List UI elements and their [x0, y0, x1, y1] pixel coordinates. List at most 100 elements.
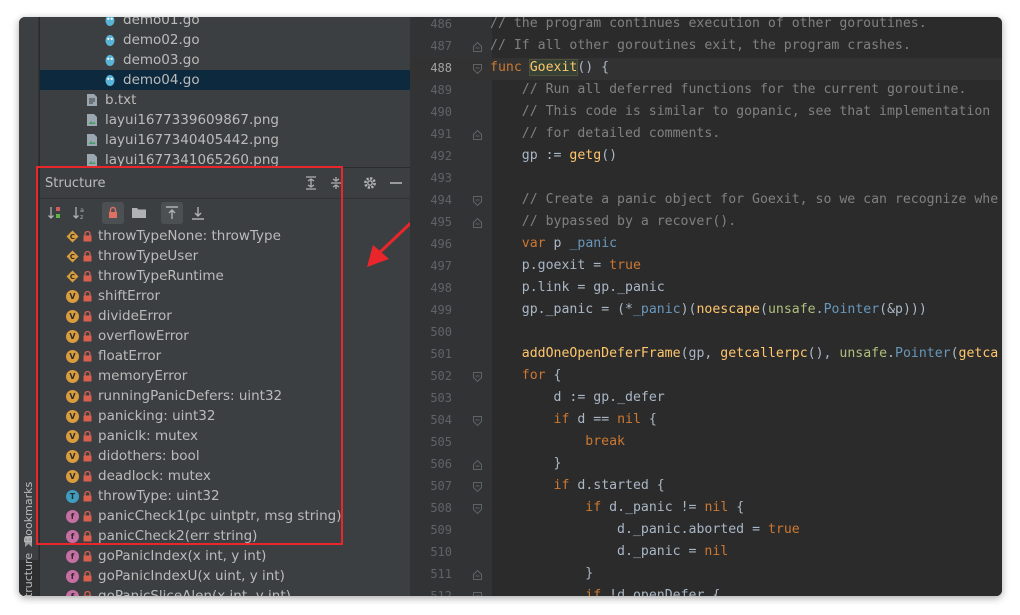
project-file-item[interactable]: layui1677339609867.png: [40, 110, 410, 130]
fold-marker-icon[interactable]: [473, 482, 482, 492]
code-line[interactable]: 498 p.link = gp._panic: [410, 278, 1002, 300]
fold-marker-icon[interactable]: [473, 504, 482, 514]
private-lock-icon: [83, 551, 92, 562]
code-line[interactable]: 492 gp := getg(): [410, 146, 1002, 168]
fold-marker-icon[interactable]: [473, 460, 482, 470]
structure-item-label: goPanicIndex(x int, y int): [98, 548, 267, 564]
project-file-item[interactable]: demo02.go: [40, 30, 410, 50]
line-number: 512: [430, 589, 452, 596]
function-icon: f: [66, 590, 79, 596]
code-text: func Goexit() {: [490, 59, 610, 76]
code-text: gp := getg(): [521, 148, 618, 163]
project-file-name: demo02.go: [123, 32, 200, 48]
code-line[interactable]: 488 func Goexit() {: [410, 58, 1002, 80]
code-line[interactable]: 490 // This code is similar to gopanic, …: [410, 102, 1002, 124]
code-text: // for detailed comments.: [521, 126, 721, 141]
code-line[interactable]: 497 p.goexit = true: [410, 256, 1002, 278]
project-file-item[interactable]: demo01.go: [40, 17, 410, 30]
structure-item-label: goPanicIndexU(x uint, y int): [98, 568, 285, 584]
code-line[interactable]: 508 if d._panic != nil {: [410, 498, 1002, 520]
fold-marker-icon[interactable]: [473, 64, 482, 74]
code-line[interactable]: 486 // the program continues execution of…: [410, 17, 1002, 36]
line-number: 487: [430, 39, 452, 53]
code-line[interactable]: 505 break: [410, 432, 1002, 454]
code-text: var p _panic: [521, 236, 618, 251]
fold-marker-icon[interactable]: [473, 592, 482, 596]
project-file-item[interactable]: layui1677340405442.png: [40, 130, 410, 150]
image-file-icon: [87, 154, 97, 166]
structure-item[interactable]: f goPanicIndex(x int, y int): [40, 547, 410, 567]
code-line[interactable]: 499 gp._panic = (*_panic)(noescape(unsaf…: [410, 300, 1002, 322]
code-text: gp._panic = (*_panic)(noescape(unsafe.Po…: [521, 302, 927, 317]
code-text: // This code is similar to gopanic, see …: [521, 104, 991, 119]
line-number: 497: [430, 259, 452, 273]
structure-item[interactable]: f goPanicIndexU(x uint, y int): [40, 567, 410, 587]
code-line[interactable]: 507 if d.started {: [410, 476, 1002, 498]
code-text: d := gp._defer: [553, 390, 665, 405]
code-text: // the program continues execution of ot…: [490, 17, 927, 31]
code-line[interactable]: 501 addOneOpenDeferFrame(gp, getcallerpc…: [410, 344, 1002, 366]
line-number: 510: [430, 545, 452, 559]
code-line[interactable]: 503 d := gp._defer: [410, 388, 1002, 410]
fold-marker-icon[interactable]: [473, 130, 482, 140]
project-file-item[interactable]: demo04.go: [40, 70, 410, 90]
fold-marker-icon[interactable]: [473, 570, 482, 580]
project-tree: demo01.go demo02.go demo03.go demo04.go b.tx…: [40, 17, 410, 167]
line-number: 494: [430, 193, 452, 207]
line-number: 490: [430, 105, 452, 119]
code-text: break: [585, 434, 625, 449]
code-line[interactable]: 506 }: [410, 454, 1002, 476]
code-text: if d._panic != nil {: [585, 500, 745, 515]
code-text: // If all other goroutines exit, the pro…: [490, 38, 911, 53]
code-line[interactable]: 512 if !d.openDefer {: [410, 586, 1002, 596]
fold-marker-icon[interactable]: [473, 218, 482, 228]
project-file-name: demo01.go: [123, 17, 200, 28]
gear-icon[interactable]: [362, 175, 378, 191]
project-file-name: demo04.go: [123, 72, 200, 88]
line-number: 489: [430, 83, 452, 97]
project-file-item[interactable]: demo03.go: [40, 50, 410, 70]
line-number: 501: [430, 347, 452, 361]
code-line[interactable]: 510 d._panic = nil: [410, 542, 1002, 564]
code-line[interactable]: 502 for {: [410, 366, 1002, 388]
code-text: // Run all deferred functions for the cu…: [521, 82, 967, 97]
fold-marker-icon[interactable]: [473, 42, 482, 52]
fold-marker-icon[interactable]: [473, 416, 482, 426]
highlight-box: [36, 166, 343, 545]
project-file-name: layui1677339609867.png: [105, 112, 279, 128]
line-number: 505: [430, 435, 452, 449]
fold-marker-icon[interactable]: [473, 196, 482, 206]
line-number: 507: [430, 479, 452, 493]
code-line[interactable]: 487 // If all other goroutines exit, the …: [410, 36, 1002, 58]
line-number: 495: [430, 215, 452, 229]
text-file-icon: [87, 94, 97, 106]
fold-marker-icon[interactable]: [473, 372, 482, 382]
code-text: d._panic.aborted = true: [617, 522, 800, 537]
code-line[interactable]: 504 if d == nil {: [410, 410, 1002, 432]
structure-item[interactable]: f goPanicSliceAlen(x int, y int): [40, 587, 410, 596]
line-number: 506: [430, 457, 452, 471]
line-number: 496: [430, 237, 452, 251]
code-line[interactable]: 495 // bypassed by a recover().: [410, 212, 1002, 234]
code-editor[interactable]: 486 // the program continues execution of…: [410, 17, 1002, 596]
line-number: 509: [430, 523, 452, 537]
code-text: if d.started {: [553, 478, 665, 493]
code-line[interactable]: 511 }: [410, 564, 1002, 586]
code-text: p.goexit = true: [521, 258, 641, 273]
function-icon: f: [66, 550, 79, 563]
code-line[interactable]: 509 d._panic.aborted = true: [410, 520, 1002, 542]
private-lock-icon: [83, 591, 92, 596]
project-file-item[interactable]: b.txt: [40, 90, 410, 110]
code-line[interactable]: 500: [410, 322, 1002, 344]
code-line[interactable]: 496 var p _panic: [410, 234, 1002, 256]
line-number: 493: [430, 171, 452, 185]
code-text: d._panic = nil: [617, 544, 729, 559]
code-line[interactable]: 493: [410, 168, 1002, 190]
minimize-icon[interactable]: [388, 175, 404, 191]
go-file-icon: [105, 75, 115, 86]
code-line[interactable]: 494 // Create a panic object for Goexit,…: [410, 190, 1002, 212]
code-line[interactable]: 489 // Run all deferred functions for th…: [410, 80, 1002, 102]
project-file-item[interactable]: layui1677341065260.png: [40, 150, 410, 167]
structure-tab[interactable]: Structure: [19, 552, 39, 596]
code-line[interactable]: 491 // for detailed comments.: [410, 124, 1002, 146]
